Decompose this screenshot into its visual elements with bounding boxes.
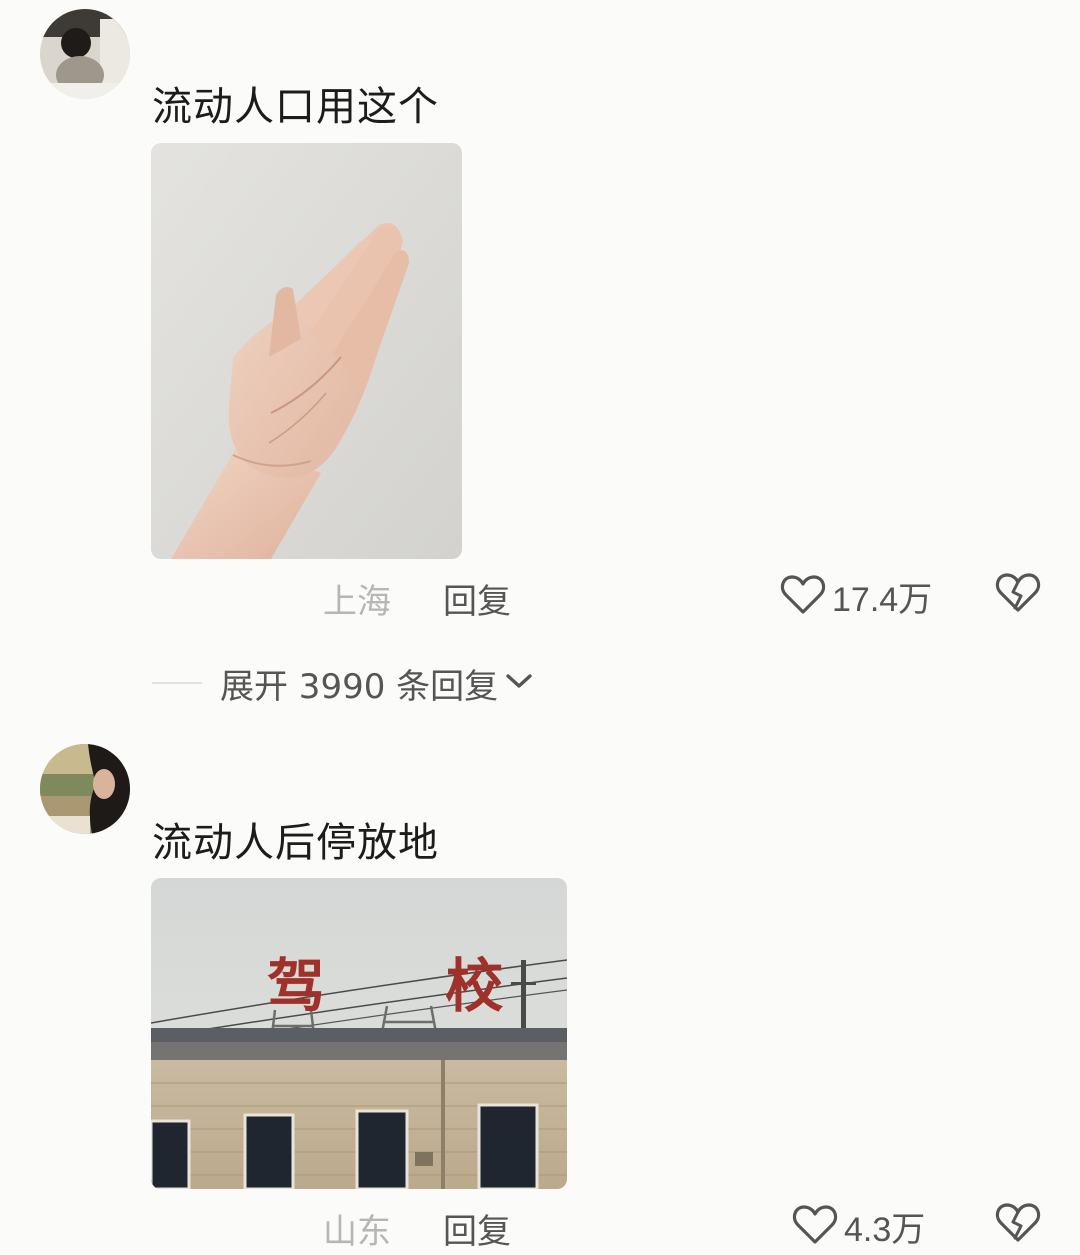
divider-line [152,682,202,684]
like-button[interactable]: 4.3万 [792,1202,925,1251]
broken-heart-icon [995,1203,1041,1248]
like-count: 4.3万 [844,1211,926,1249]
like-count: 17.4万 [832,581,933,619]
like-button[interactable]: 17.4万 [780,572,932,621]
expand-replies-row: 展开 3990 条回复 [152,659,534,708]
comment-location: 上海 [323,582,391,622]
comment-text: 流动人后停放地 [152,820,439,866]
heart-outline-icon [780,574,826,620]
comment-image[interactable]: 驾 校 [151,878,567,1189]
comment-text: 流动人口用这个 [152,84,439,130]
dislike-button[interactable] [995,1202,1041,1248]
comment-image[interactable] [151,143,462,559]
reply-button[interactable]: 回复 [443,574,511,623]
expand-replies-button[interactable]: 展开 3990 条回复 [220,659,534,708]
dislike-button[interactable] [995,572,1041,618]
avatar[interactable] [40,9,130,99]
sign-text: 驾 校 [267,952,553,1020]
chevron-down-icon [504,670,534,696]
heart-outline-icon [792,1204,838,1250]
reply-button[interactable]: 回复 [443,1204,511,1253]
avatar[interactable] [40,744,130,834]
broken-heart-icon [995,573,1041,618]
expand-replies-label: 展开 3990 条回复 [220,666,499,707]
comment-location: 山东 [323,1212,391,1252]
